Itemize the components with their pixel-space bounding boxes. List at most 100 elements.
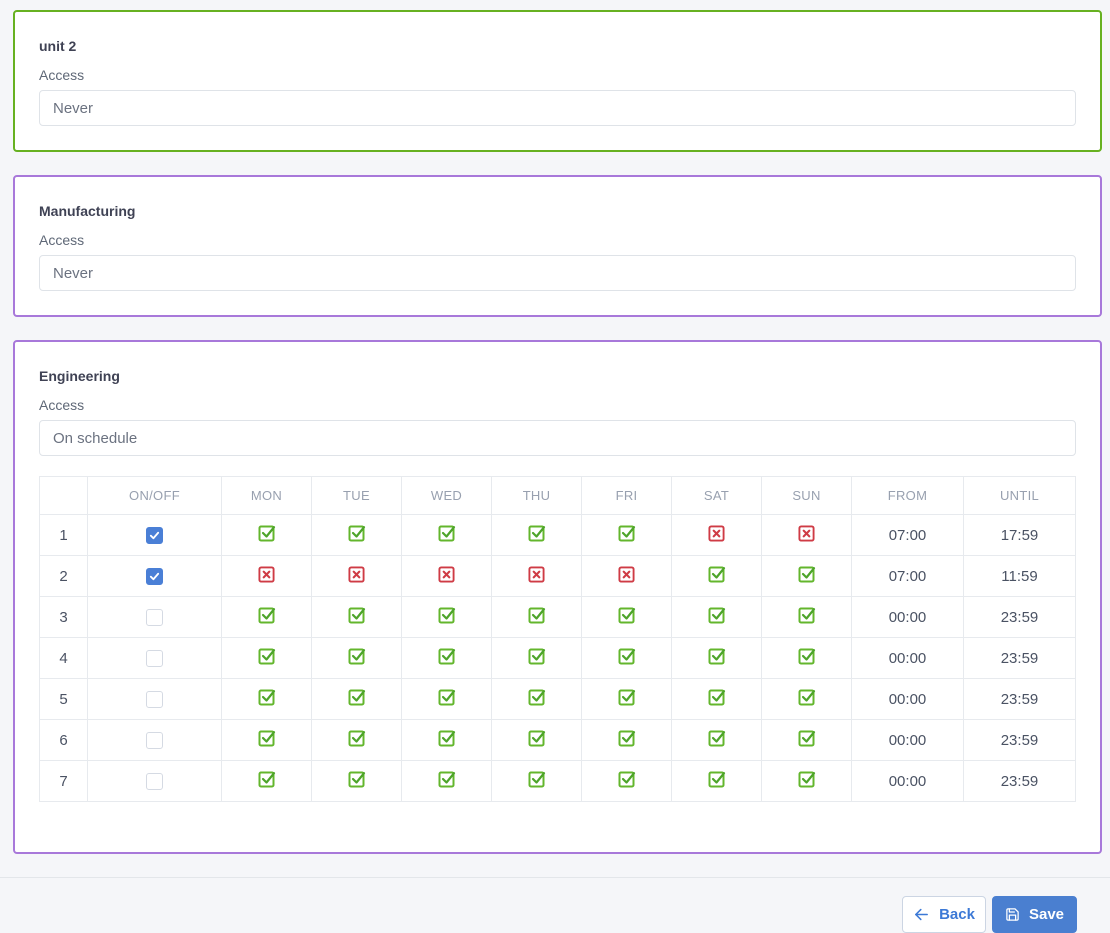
save-button[interactable]: Save <box>992 896 1077 933</box>
until-time[interactable]: 11:59 <box>963 555 1076 597</box>
save-button-label: Save <box>1028 906 1065 923</box>
row-number: 5 <box>39 678 88 720</box>
schedule-row: 5 00:00 23:59 <box>39 678 1076 720</box>
access-select-manufacturing[interactable]: Never <box>39 255 1076 291</box>
day-allowed-icon[interactable] <box>257 728 277 748</box>
day-allowed-icon[interactable] <box>797 728 817 748</box>
day-allowed-icon[interactable] <box>437 687 457 707</box>
day-allowed-icon[interactable] <box>347 728 367 748</box>
day-allowed-icon[interactable] <box>437 646 457 666</box>
day-denied-icon[interactable] <box>798 524 815 542</box>
day-allowed-icon[interactable] <box>347 769 367 789</box>
onoff-checkbox[interactable] <box>146 690 163 708</box>
day-denied-icon[interactable] <box>258 565 275 583</box>
card-manufacturing: Manufacturing Access Never <box>13 175 1102 317</box>
day-allowed-icon[interactable] <box>617 605 637 625</box>
day-allowed-icon[interactable] <box>437 728 457 748</box>
onoff-checkbox[interactable] <box>146 649 163 667</box>
day-allowed-icon[interactable] <box>617 769 637 789</box>
until-time[interactable]: 23:59 <box>963 678 1076 720</box>
access-select-engineering[interactable]: On schedule <box>39 420 1076 456</box>
from-time[interactable]: 00:00 <box>851 678 964 720</box>
from-time[interactable]: 07:00 <box>851 555 964 597</box>
day-allowed-icon[interactable] <box>707 564 727 584</box>
day-allowed-icon[interactable] <box>707 687 727 707</box>
day-allowed-icon[interactable] <box>617 646 637 666</box>
card-title-unit2: unit 2 <box>39 38 77 54</box>
from-time[interactable]: 00:00 <box>851 596 964 638</box>
onoff-checkbox[interactable] <box>146 731 163 749</box>
day-allowed-icon[interactable] <box>797 646 817 666</box>
day-allowed-icon[interactable] <box>797 605 817 625</box>
schedule-column-header: FROM <box>851 476 964 515</box>
day-allowed-icon[interactable] <box>707 605 727 625</box>
day-allowed-icon[interactable] <box>437 605 457 625</box>
day-allowed-icon[interactable] <box>257 523 277 543</box>
schedule-row: 4 00:00 23:59 <box>39 637 1076 679</box>
day-allowed-icon[interactable] <box>797 769 817 789</box>
access-select-value: Never <box>53 99 94 117</box>
access-select-value: Never <box>53 264 94 282</box>
day-allowed-icon[interactable] <box>347 687 367 707</box>
day-allowed-icon[interactable] <box>707 728 727 748</box>
day-allowed-icon[interactable] <box>527 646 547 666</box>
schedule-row: 6 00:00 23:59 <box>39 719 1076 761</box>
footer-actions: Back Save <box>0 878 1110 933</box>
until-time[interactable]: 23:59 <box>963 637 1076 679</box>
day-allowed-icon[interactable] <box>527 769 547 789</box>
day-denied-icon[interactable] <box>708 524 725 542</box>
day-allowed-icon[interactable] <box>707 769 727 789</box>
day-allowed-icon[interactable] <box>527 523 547 543</box>
schedule-column-header <box>39 476 88 515</box>
day-allowed-icon[interactable] <box>527 687 547 707</box>
schedule-row: 2 07:00 11:59 <box>39 555 1076 597</box>
schedule-column-header: MON <box>221 476 312 515</box>
onoff-checkbox[interactable] <box>146 567 163 585</box>
arrow-left-icon <box>913 906 930 923</box>
from-time[interactable]: 00:00 <box>851 760 964 802</box>
day-allowed-icon[interactable] <box>257 769 277 789</box>
schedule-row: 1 07:00 17:59 <box>39 514 1076 556</box>
schedule-table: ON/OFF MON TUE WED THU FRI SAT SUN FROM UNTIL 1 07… <box>39 476 1076 802</box>
day-allowed-icon[interactable] <box>257 605 277 625</box>
from-time[interactable]: 00:00 <box>851 719 964 761</box>
until-time[interactable]: 23:59 <box>963 719 1076 761</box>
card-title-manufacturing: Manufacturing <box>39 203 136 219</box>
day-allowed-icon[interactable] <box>257 646 277 666</box>
day-allowed-icon[interactable] <box>347 523 367 543</box>
day-allowed-icon[interactable] <box>617 523 637 543</box>
from-time[interactable]: 07:00 <box>851 514 964 556</box>
day-allowed-icon[interactable] <box>347 646 367 666</box>
until-time[interactable]: 23:59 <box>963 760 1076 802</box>
schedule-header-row: ON/OFF MON TUE WED THU FRI SAT SUN FROM UNTIL <box>39 476 1076 515</box>
day-allowed-icon[interactable] <box>347 605 367 625</box>
day-allowed-icon[interactable] <box>527 605 547 625</box>
day-allowed-icon[interactable] <box>437 769 457 789</box>
row-number: 3 <box>39 596 88 638</box>
from-time[interactable]: 00:00 <box>851 637 964 679</box>
day-allowed-icon[interactable] <box>257 687 277 707</box>
day-allowed-icon[interactable] <box>797 687 817 707</box>
day-allowed-icon[interactable] <box>797 564 817 584</box>
day-denied-icon[interactable] <box>438 565 455 583</box>
onoff-checkbox[interactable] <box>146 526 163 544</box>
day-allowed-icon[interactable] <box>617 687 637 707</box>
back-button[interactable]: Back <box>902 896 986 933</box>
day-allowed-icon[interactable] <box>707 646 727 666</box>
day-allowed-icon[interactable] <box>437 523 457 543</box>
onoff-checkbox[interactable] <box>146 772 163 790</box>
access-select-unit2[interactable]: Never <box>39 90 1076 126</box>
until-time[interactable]: 17:59 <box>963 514 1076 556</box>
day-denied-icon[interactable] <box>528 565 545 583</box>
day-denied-icon[interactable] <box>348 565 365 583</box>
access-select-value: On schedule <box>53 429 138 447</box>
until-time[interactable]: 23:59 <box>963 596 1076 638</box>
day-allowed-icon[interactable] <box>617 728 637 748</box>
day-denied-icon[interactable] <box>618 565 635 583</box>
schedule-column-header: ON/OFF <box>87 476 222 515</box>
day-allowed-icon[interactable] <box>527 728 547 748</box>
save-floppy-icon <box>1005 907 1020 922</box>
row-number: 4 <box>39 637 88 679</box>
schedule-column-header: TUE <box>311 476 402 515</box>
onoff-checkbox[interactable] <box>146 608 163 626</box>
